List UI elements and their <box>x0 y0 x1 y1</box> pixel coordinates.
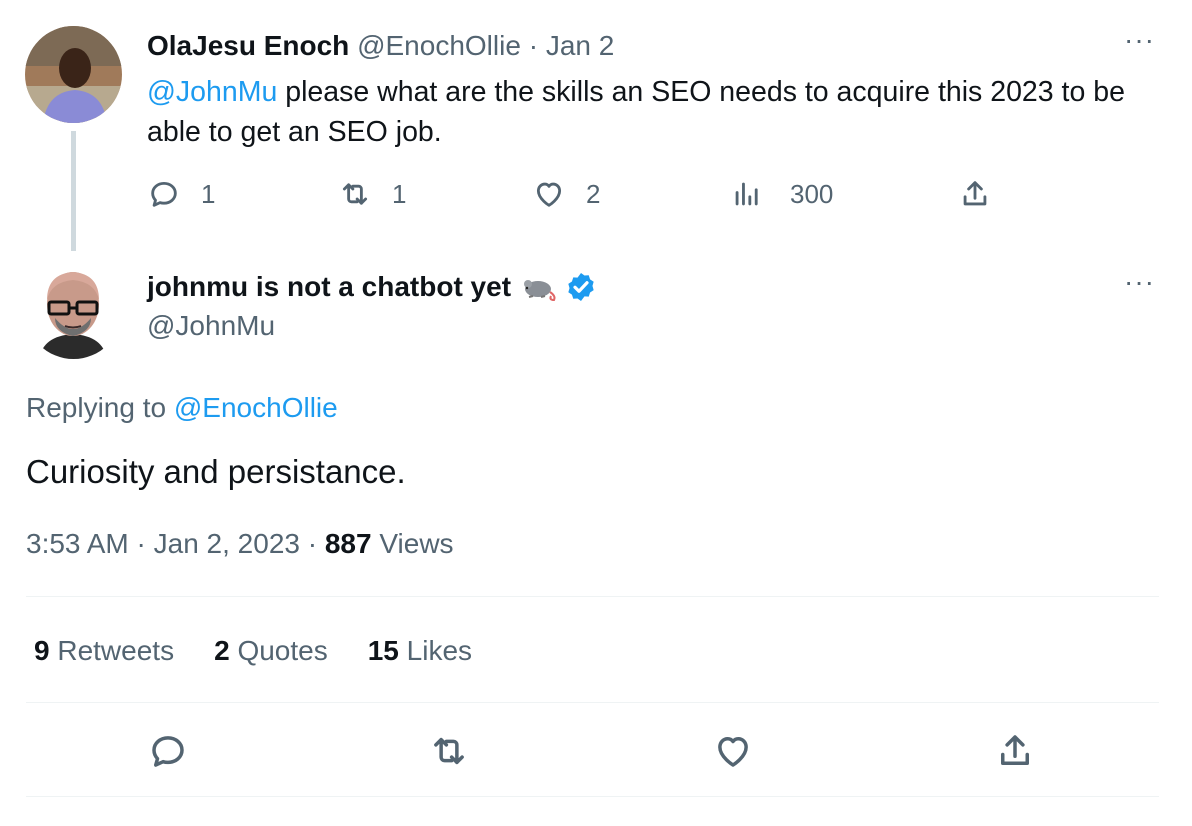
parent-retweet-button[interactable]: 1 <box>338 174 406 214</box>
parent-views-button[interactable]: 300 <box>730 174 833 214</box>
retweets-label: Retweets <box>57 635 175 666</box>
likes-label: Likes <box>406 635 473 666</box>
like-button[interactable] <box>712 730 754 772</box>
divider <box>26 596 1159 597</box>
like-icon <box>536 182 562 207</box>
quotes-stat[interactable]: 2 Quotes <box>214 632 328 670</box>
like-count: 2 <box>586 178 601 209</box>
meta-separator: · <box>136 528 146 559</box>
more-icon: ··· <box>1124 24 1155 55</box>
replying-to: Replying to @EnochOllie <box>26 390 338 426</box>
quotes-count: 2 <box>214 635 230 666</box>
main-tweet-text: Curiosity and persistance. <box>26 453 406 490</box>
quotes-label: Quotes <box>237 635 328 666</box>
main-author-handle[interactable]: @JohnMu <box>147 308 275 344</box>
main-author-name[interactable]: johnmu is not a chatbot yet <box>147 268 511 306</box>
header-separator: · <box>528 30 539 61</box>
thread-line <box>71 131 76 251</box>
replying-to-link[interactable]: @EnochOllie <box>174 392 338 423</box>
retweet-icon <box>342 183 368 205</box>
mention-link[interactable]: @JohnMu <box>147 76 277 108</box>
reply-icon <box>151 181 177 207</box>
like-icon <box>718 737 748 767</box>
tweet-date[interactable]: Jan 2, 2023 <box>154 528 300 559</box>
reply-button[interactable] <box>147 730 189 772</box>
rat-emoji-icon <box>524 280 556 302</box>
meta-separator: · <box>307 528 318 559</box>
main-more-button[interactable]: ··· <box>1124 268 1155 296</box>
likes-stat[interactable]: 15 Likes <box>368 632 472 670</box>
parent-reply-button[interactable]: 1 <box>147 174 215 214</box>
retweets-stat[interactable]: 9 Retweets <box>34 632 174 670</box>
parent-author-handle[interactable]: @EnochOllie <box>357 30 521 61</box>
parent-tweet-text: @JohnMu please what are the skills an SE… <box>147 72 1177 152</box>
divider <box>26 796 1159 797</box>
tweet-time[interactable]: 3:53 AM <box>26 528 129 559</box>
views-label: Views <box>379 528 454 559</box>
parent-tweet-body: please what are the skills an SEO needs … <box>147 76 1125 148</box>
more-icon: ··· <box>1124 266 1155 297</box>
parent-more-button[interactable]: ··· <box>1124 26 1155 54</box>
main-author-name-row[interactable]: johnmu is not a chatbot yet <box>147 268 597 306</box>
retweet-icon <box>434 737 464 765</box>
parent-share-button[interactable] <box>958 174 992 214</box>
engagement-stats: 9 Retweets 2 Quotes 15 Likes <box>34 632 512 670</box>
likes-count: 15 <box>367 635 399 666</box>
share-icon <box>963 181 987 206</box>
view-count: 300 <box>790 178 834 209</box>
verified-badge-icon <box>568 273 594 301</box>
main-author-avatar[interactable] <box>25 262 122 359</box>
views-count: 887 <box>324 528 372 559</box>
reply-icon <box>152 736 184 767</box>
parent-author-avatar[interactable] <box>25 26 122 123</box>
parent-tweet-date[interactable]: Jan 2 <box>546 30 615 61</box>
divider <box>26 702 1159 703</box>
parent-like-button[interactable]: 2 <box>532 174 600 214</box>
share-icon <box>1001 735 1029 765</box>
retweet-button[interactable] <box>428 730 470 772</box>
share-button[interactable] <box>994 730 1036 772</box>
retweet-count: 1 <box>392 178 407 209</box>
reply-count: 1 <box>201 178 216 209</box>
tweet-meta: 3:53 AM · Jan 2, 2023 · 887 Views <box>26 526 454 562</box>
parent-tweet-header: OlaJesu Enoch @EnochOllie · Jan 2 <box>147 28 614 64</box>
views-icon <box>735 182 758 206</box>
replying-label: Replying to <box>26 392 167 423</box>
parent-author-name[interactable]: OlaJesu Enoch <box>147 30 349 61</box>
retweets-count: 9 <box>34 635 50 666</box>
